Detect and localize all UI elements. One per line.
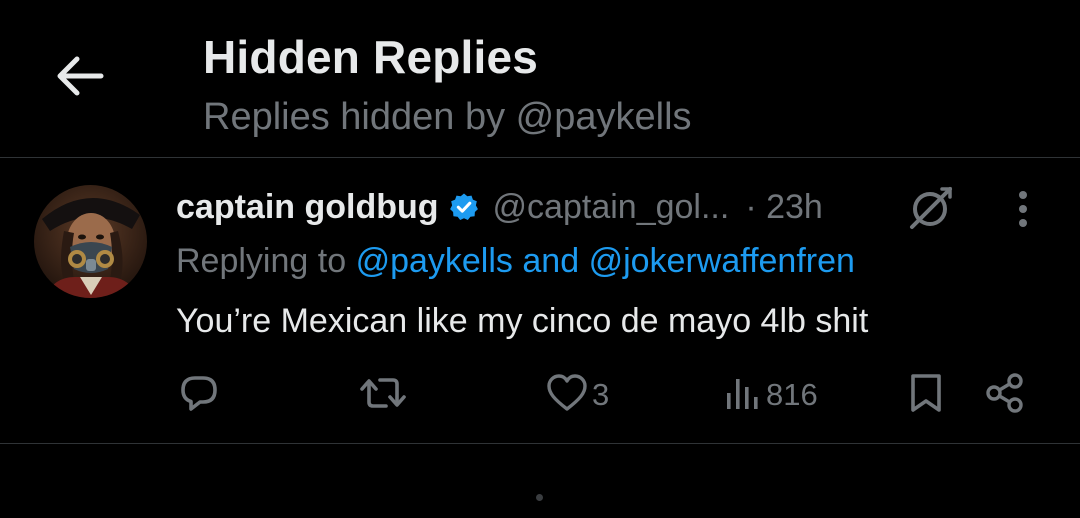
verified-badge-icon [449, 192, 479, 222]
user-handle[interactable]: @captain_gol... [493, 188, 730, 227]
tweet-text: You’re Mexican like my cinco de mayo 4lb… [176, 302, 869, 340]
avatar[interactable] [34, 185, 147, 298]
grok-icon[interactable] [903, 180, 959, 236]
tweet-divider [0, 443, 1080, 444]
retweet-button[interactable] [360, 370, 410, 420]
tweet-timestamp[interactable]: · 23h [745, 188, 823, 227]
retweet-icon [360, 372, 406, 419]
like-count: 3 [592, 377, 610, 412]
replying-to-line: Replying to @paykells and @jokerwaffenfr… [176, 242, 855, 281]
like-button[interactable]: 3 [546, 370, 609, 420]
page-subtitle: Replies hidden by @paykells [203, 96, 692, 138]
back-button[interactable] [50, 52, 108, 104]
mention-link[interactable]: @jokerwaffenfren [589, 242, 855, 280]
views-count: 816 [766, 377, 818, 412]
hidden-replies-screen: Hidden Replies Replies hidden by @paykel… [0, 0, 1080, 518]
tweet-header: captain goldbug @captain_gol... · 23h [176, 184, 823, 230]
replying-joiner: and [522, 242, 580, 280]
bookmark-button[interactable] [908, 370, 944, 420]
replying-to-label: Replying to [176, 242, 347, 280]
like-icon [546, 373, 588, 418]
reply-icon [178, 372, 220, 419]
display-name[interactable]: captain goldbug [176, 188, 439, 227]
share-button[interactable] [984, 370, 1026, 420]
views-button[interactable]: 816 [724, 370, 818, 420]
page-title: Hidden Replies [203, 31, 539, 83]
bookmark-icon [908, 372, 944, 419]
reply-button[interactable] [178, 370, 224, 420]
scroll-indicator [536, 494, 543, 501]
share-icon [984, 372, 1026, 419]
header-divider [0, 157, 1080, 158]
back-arrow-icon [53, 54, 105, 103]
views-icon [724, 373, 762, 418]
mention-link[interactable]: @paykells [356, 242, 513, 280]
more-icon[interactable] [1005, 186, 1041, 232]
